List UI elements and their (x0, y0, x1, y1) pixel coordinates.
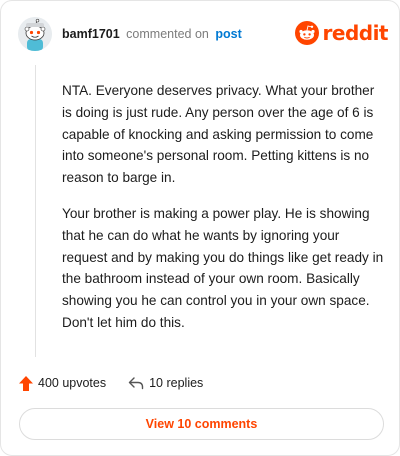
snoo-avatar-icon (18, 17, 52, 51)
reddit-logo[interactable]: reddit (294, 19, 389, 47)
upvote-arrow-icon (19, 375, 33, 391)
comment-paragraph-1: NTA. Everyone deserves privacy. What you… (62, 83, 375, 186)
replies-count: 10 replies (149, 376, 204, 390)
reddit-snoo-icon (294, 21, 319, 45)
user-avatar[interactable] (18, 17, 52, 51)
commented-on-label: commented on (126, 27, 209, 41)
reply-arrow-icon (128, 377, 144, 390)
replies-button[interactable]: 10 replies (128, 376, 203, 390)
comment-header: bamf1701 commented on post reddit (18, 17, 389, 53)
upvote-count: 400 upvotes (38, 376, 107, 390)
comment-meta: bamf1701 commented on post (62, 27, 242, 41)
comment-actions: 400 upvotes 10 replies (19, 373, 203, 393)
post-link[interactable]: post (215, 27, 241, 41)
thread-line (35, 65, 36, 357)
comment-body: NTA. Everyone deserves privacy. What you… (62, 80, 384, 348)
reddit-comment-card: bamf1701 commented on post reddit NTA. E… (0, 0, 400, 456)
view-comments-button[interactable]: View 10 comments (19, 408, 384, 440)
username-link[interactable]: bamf1701 (62, 27, 120, 41)
upvote-button[interactable]: 400 upvotes (19, 375, 107, 391)
reddit-wordmark: reddit (322, 21, 389, 45)
comment-paragraph-2: Your brother is making a power play. He … (62, 205, 384, 330)
